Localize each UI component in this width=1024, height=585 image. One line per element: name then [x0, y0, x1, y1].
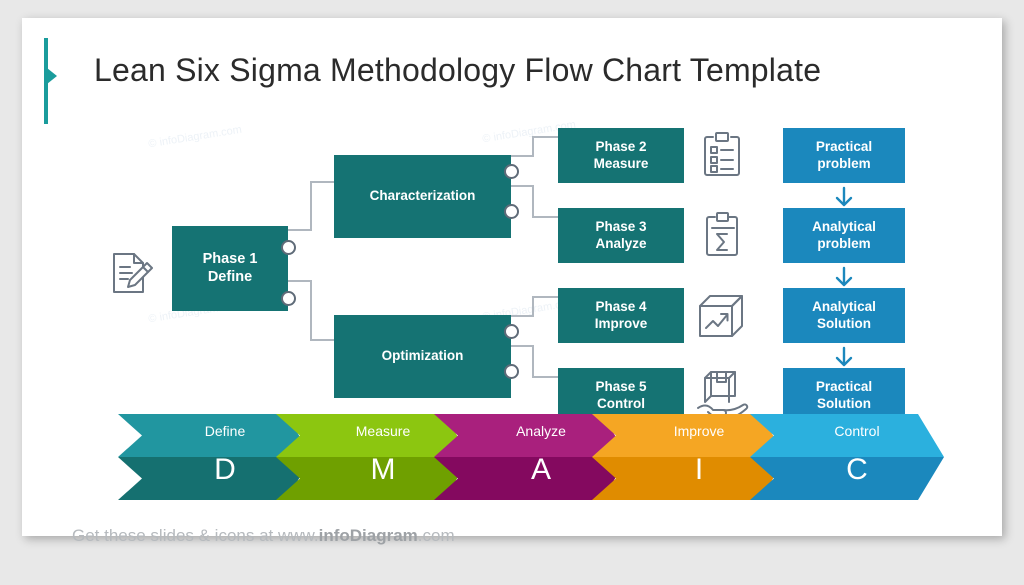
connector-line — [532, 296, 534, 317]
node-label-line1: Practical — [815, 139, 873, 155]
connector-line — [532, 136, 534, 157]
node-label-line1: Analytical — [812, 219, 876, 235]
node-label: Analytical Solution — [812, 299, 876, 332]
node-phase-2-measure[interactable]: Phase 2 Measure — [558, 128, 684, 183]
connector-line — [532, 185, 534, 217]
node-label: Analytical problem — [812, 219, 876, 252]
node-label-line2: Solution — [816, 395, 871, 411]
node-label-line2: Define — [207, 268, 253, 285]
node-label: Characterization — [369, 188, 476, 204]
connector-knob — [504, 164, 519, 179]
dmaic-chevron-bar: Define D Measure M Analyze A Improve I C… — [118, 414, 944, 514]
connector-line — [310, 181, 334, 183]
node-label-line1: Phase 2 — [595, 139, 647, 155]
node-label: Practical Solution — [816, 379, 872, 412]
connector-knob — [504, 324, 519, 339]
node-label-line1: Analytical — [812, 299, 876, 315]
node-label-line1: Phase 3 — [595, 219, 647, 235]
node-optimization[interactable]: Optimization — [334, 315, 511, 398]
node-label-line2: problem — [817, 155, 871, 171]
connector-line — [532, 376, 558, 378]
node-label-line1: Phase 4 — [595, 299, 647, 315]
clipboard-sigma-icon — [702, 211, 744, 261]
node-label-line1: Practical — [815, 379, 873, 395]
node-label: Practical problem — [816, 139, 872, 172]
chevron-letter: C — [846, 453, 868, 486]
box-on-hand-icon — [694, 368, 752, 420]
connector-line — [310, 181, 312, 231]
node-label-line2: Analyze — [595, 235, 647, 251]
page-title: Lean Six Sigma Methodology Flow Chart Te… — [94, 52, 822, 88]
node-label-line2: Control — [596, 395, 645, 411]
node-label-line2: Measure — [593, 155, 649, 171]
slide-canvas: Lean Six Sigma Methodology Flow Chart Te… — [22, 18, 1002, 545]
outcome-practical-problem[interactable]: Practical problem — [783, 128, 905, 183]
footer-prefix: Get these slides & icons at www. — [72, 526, 319, 545]
connector-line — [532, 216, 558, 218]
connector-knob — [504, 204, 519, 219]
footer-brand: infoDiagram — [318, 526, 418, 545]
node-label: Phase 4 Improve — [595, 299, 648, 332]
footer-cta: Get these slides & icons at www.infoDiag… — [72, 526, 455, 546]
chevron-label: Control — [834, 423, 880, 439]
node-label: Optimization — [381, 348, 464, 364]
connector-line — [310, 280, 312, 340]
outcome-analytical-solution[interactable]: Analytical Solution — [783, 288, 905, 343]
node-label-line2: Solution — [817, 315, 871, 331]
node-label-line1: Phase 1 — [202, 250, 258, 267]
box-growth-arrow-icon — [694, 290, 748, 342]
node-phase-1-define[interactable]: Phase 1 Define — [172, 226, 288, 311]
connector-knob — [504, 364, 519, 379]
watermark: © infoDiagram.com — [147, 123, 243, 151]
connector-knob — [281, 291, 296, 306]
clipboard-checklist-icon — [700, 131, 744, 181]
connector-line — [532, 345, 534, 377]
node-label: Phase 1 Define — [203, 251, 258, 286]
node-label-line2: Improve — [594, 315, 648, 331]
node-label-line1: Phase 5 — [595, 379, 647, 395]
node-label: Phase 3 Analyze — [595, 219, 646, 252]
connector-line — [532, 296, 558, 298]
connector-knob — [281, 240, 296, 255]
outcome-analytical-problem[interactable]: Analytical problem — [783, 208, 905, 263]
accent-triangle-icon — [47, 68, 57, 84]
node-phase-4-improve[interactable]: Phase 4 Improve — [558, 288, 684, 343]
node-phase-3-analyze[interactable]: Phase 3 Analyze — [558, 208, 684, 263]
node-label-line2: problem — [817, 235, 871, 251]
footer-suffix: .com — [417, 526, 455, 545]
node-characterization[interactable]: Characterization — [334, 155, 511, 238]
connector-line — [532, 136, 558, 138]
chevron-control[interactable]: Control C — [750, 414, 944, 500]
connector-line — [310, 339, 334, 341]
node-label: Phase 2 Measure — [594, 139, 649, 172]
document-pencil-icon — [106, 248, 156, 298]
node-label: Phase 5 Control — [595, 379, 646, 412]
